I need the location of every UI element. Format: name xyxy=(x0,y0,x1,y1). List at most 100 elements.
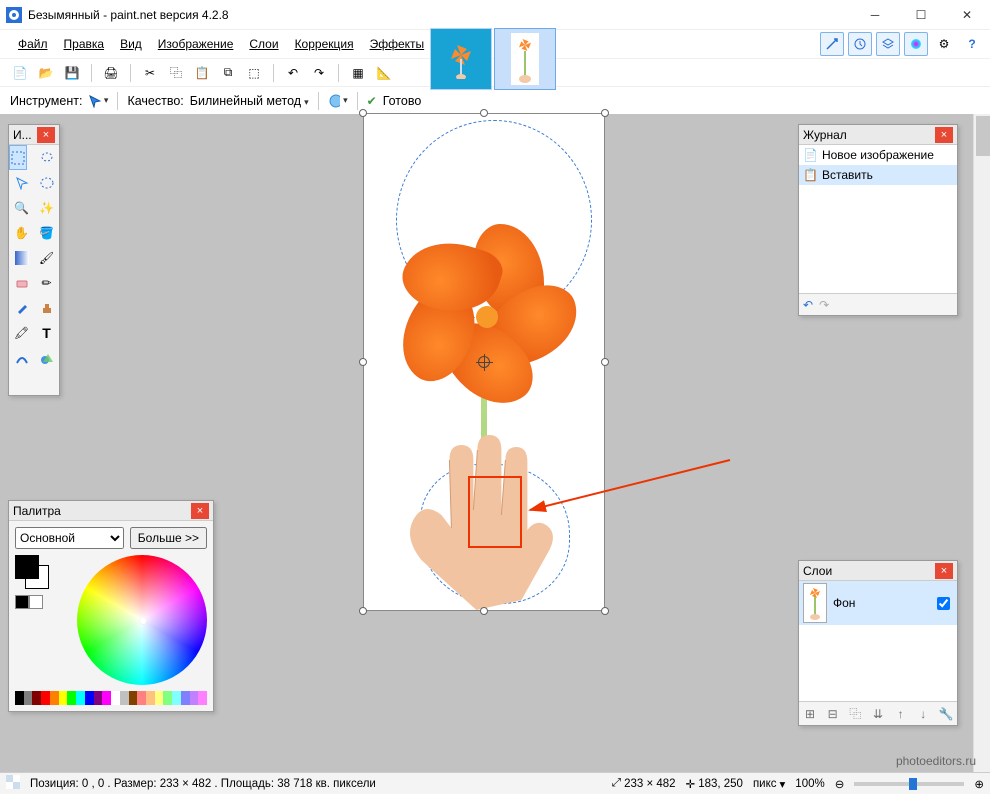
strip-swatch[interactable] xyxy=(32,691,41,705)
layers-panel-close[interactable]: × xyxy=(935,563,953,579)
tool-fill[interactable]: 🪣 xyxy=(34,220,59,245)
canvas[interactable] xyxy=(364,114,604,610)
crop-icon[interactable]: ⧉ xyxy=(218,63,238,83)
tool-color-picker[interactable] xyxy=(9,295,34,320)
handle-left[interactable] xyxy=(359,358,367,366)
print-icon[interactable]: 🖨 xyxy=(101,63,121,83)
tool-pan[interactable]: ✋ xyxy=(9,220,34,245)
strip-swatch[interactable] xyxy=(129,691,138,705)
instrument-picker[interactable] xyxy=(88,91,108,111)
strip-swatch[interactable] xyxy=(120,691,129,705)
strip-swatch[interactable] xyxy=(76,691,85,705)
menu-layers[interactable]: Слои xyxy=(241,35,286,53)
panel-toggle-tools[interactable] xyxy=(820,32,844,56)
history-undo-icon[interactable]: ↶ xyxy=(803,298,813,312)
history-item-new[interactable]: 📄Новое изображение xyxy=(799,145,957,165)
layer-props-icon[interactable]: 🔧 xyxy=(937,705,955,723)
strip-swatch[interactable] xyxy=(50,691,59,705)
maximize-button[interactable]: ☐ xyxy=(898,0,944,30)
document-thumb-2[interactable] xyxy=(494,28,556,90)
color-swatches[interactable] xyxy=(15,555,51,591)
layer-down-icon[interactable]: ↓ xyxy=(914,705,932,723)
panel-toggle-colors[interactable] xyxy=(904,32,928,56)
strip-swatch[interactable] xyxy=(59,691,68,705)
grid-icon[interactable]: ▦ xyxy=(348,63,368,83)
tool-pencil[interactable]: ✏ xyxy=(34,270,59,295)
strip-swatch[interactable] xyxy=(111,691,120,705)
handle-bottom[interactable] xyxy=(480,607,488,615)
strip-swatch[interactable] xyxy=(198,691,207,705)
strip-swatch[interactable] xyxy=(155,691,164,705)
strip-swatch[interactable] xyxy=(181,691,190,705)
tool-magic-wand[interactable]: ✨ xyxy=(34,195,59,220)
new-file-icon[interactable]: 📄 xyxy=(10,63,30,83)
strip-swatch[interactable] xyxy=(102,691,111,705)
save-icon[interactable]: 💾 xyxy=(62,63,82,83)
strip-swatch[interactable] xyxy=(190,691,199,705)
strip-swatch[interactable] xyxy=(85,691,94,705)
open-file-icon[interactable]: 📂 xyxy=(36,63,56,83)
tool-text[interactable]: T xyxy=(34,320,59,345)
strip-swatch[interactable] xyxy=(137,691,146,705)
menu-image[interactable]: Изображение xyxy=(150,35,242,53)
color-wheel[interactable] xyxy=(77,555,207,685)
tool-rect-select[interactable] xyxy=(9,145,27,170)
layer-duplicate-icon[interactable]: ⿻ xyxy=(846,705,864,723)
tools-panel[interactable]: И... × 🔍 ✨ ✋ 🪣 🖌 ✏ 🖍 T xyxy=(8,124,60,396)
zoom-in-icon[interactable]: ⊕ xyxy=(974,777,984,791)
strip-swatch[interactable] xyxy=(15,691,24,705)
sampling-dropdown[interactable] xyxy=(328,91,348,111)
menu-edit[interactable]: Правка xyxy=(56,35,113,53)
reset-white-icon[interactable] xyxy=(29,595,43,609)
layers-panel[interactable]: Слои × Фон ⊞ ⊟ ⿻ ⇊ ↑ ↓ 🔧 xyxy=(798,560,958,726)
vertical-scrollbar[interactable] xyxy=(973,114,990,772)
layer-row[interactable]: Фон xyxy=(799,581,957,625)
ruler-icon[interactable]: 📐 xyxy=(374,63,394,83)
tool-clone[interactable] xyxy=(34,295,59,320)
close-button[interactable]: ✕ xyxy=(944,0,990,30)
strip-swatch[interactable] xyxy=(41,691,50,705)
transform-pivot[interactable] xyxy=(478,356,490,368)
tool-zoom[interactable]: 🔍 xyxy=(9,195,34,220)
color-more-button[interactable]: Больше >> xyxy=(130,527,207,549)
history-panel-close[interactable]: × xyxy=(935,127,953,143)
settings-icon[interactable]: ⚙ xyxy=(932,32,956,56)
deselect-icon[interactable]: ⬚ xyxy=(244,63,264,83)
tool-ellipse-select[interactable] xyxy=(34,170,59,195)
history-panel-header[interactable]: Журнал × xyxy=(799,125,957,145)
history-redo-icon[interactable]: ↷ xyxy=(819,298,829,312)
minimize-button[interactable]: ─ xyxy=(852,0,898,30)
tool-shapes[interactable] xyxy=(34,345,59,370)
layer-add-icon[interactable]: ⊞ xyxy=(801,705,819,723)
menu-view[interactable]: Вид xyxy=(112,35,150,53)
layer-delete-icon[interactable]: ⊟ xyxy=(824,705,842,723)
color-strip[interactable] xyxy=(15,691,207,705)
handle-bottom-right[interactable] xyxy=(601,607,609,615)
history-panel[interactable]: Журнал × 📄Новое изображение 📋Вставить ↶ … xyxy=(798,124,958,316)
reset-black-icon[interactable] xyxy=(15,595,29,609)
strip-swatch[interactable] xyxy=(94,691,103,705)
handle-top[interactable] xyxy=(480,109,488,117)
menu-adjust[interactable]: Коррекция xyxy=(287,35,362,53)
help-icon[interactable]: ? xyxy=(960,32,984,56)
menu-file[interactable]: Файл xyxy=(10,35,56,53)
redo-icon[interactable]: ↷ xyxy=(309,63,329,83)
zoom-out-icon[interactable]: ⊖ xyxy=(835,777,845,791)
cut-icon[interactable]: ✂ xyxy=(140,63,160,83)
panel-toggle-history[interactable] xyxy=(848,32,872,56)
paste-icon[interactable]: 📋 xyxy=(192,63,212,83)
strip-swatch[interactable] xyxy=(24,691,33,705)
handle-top-left[interactable] xyxy=(359,109,367,117)
handle-top-right[interactable] xyxy=(601,109,609,117)
strip-swatch[interactable] xyxy=(146,691,155,705)
tools-panel-header[interactable]: И... × xyxy=(9,125,59,145)
layer-visibility-checkbox[interactable] xyxy=(937,597,950,610)
strip-swatch[interactable] xyxy=(172,691,181,705)
layer-merge-icon[interactable]: ⇊ xyxy=(869,705,887,723)
history-item-paste[interactable]: 📋Вставить xyxy=(799,165,957,185)
tool-gradient[interactable] xyxy=(9,245,34,270)
tool-recolor[interactable]: 🖍 xyxy=(9,320,34,345)
menu-effects[interactable]: Эффекты xyxy=(362,35,433,53)
colors-panel-header[interactable]: Палитра × xyxy=(9,501,213,521)
panel-toggle-layers[interactable] xyxy=(876,32,900,56)
